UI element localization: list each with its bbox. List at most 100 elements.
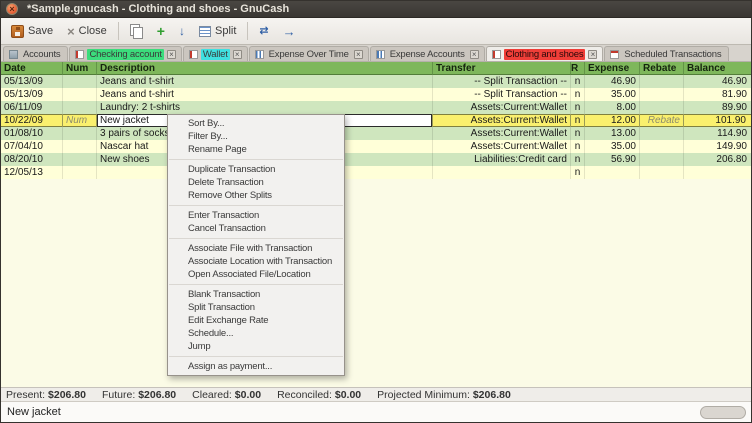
cell-date[interactable]: 01/08/10 — [1, 127, 63, 140]
cell-num[interactable] — [63, 88, 97, 101]
cell-transfer[interactable]: Assets:Current:Wallet — [433, 101, 571, 114]
cell-reconcile[interactable]: n — [571, 140, 585, 153]
cell-rebate[interactable] — [640, 140, 684, 153]
cell-num[interactable] — [63, 75, 97, 88]
cell-rebate[interactable] — [640, 88, 684, 101]
menu-item-open-associated[interactable]: Open Associated File/Location — [168, 268, 344, 281]
cell-rebate[interactable] — [640, 127, 684, 140]
menu-item-filter-by[interactable]: Filter By... — [168, 130, 344, 143]
jump-button[interactable]: → — [277, 22, 302, 41]
cell-reconcile[interactable]: n — [571, 127, 585, 140]
cell-reconcile[interactable]: n — [571, 75, 585, 88]
table-row[interactable]: 01/08/10 3 pairs of socks Assets:Current… — [1, 127, 752, 140]
tab-close-icon[interactable]: × — [167, 50, 176, 59]
cell-rebate[interactable] — [640, 153, 684, 166]
cell-reconcile[interactable]: n — [571, 88, 585, 101]
save-button[interactable]: Save — [5, 22, 59, 41]
cell-transfer[interactable]: Assets:Current:Wallet — [433, 140, 571, 153]
cell-expense[interactable]: 13.00 — [585, 127, 640, 140]
menu-item-remove-other-splits[interactable]: Remove Other Splits — [168, 189, 344, 202]
tab-expense-accounts[interactable]: Expense Accounts × — [370, 46, 485, 61]
cell-transfer[interactable]: Liabilities:Credit card — [433, 153, 571, 166]
transfer-button[interactable]: ⇄ — [253, 22, 274, 41]
cell-transfer[interactable]: -- Split Transaction -- — [433, 88, 571, 101]
cell-transfer[interactable]: -- Split Transaction -- — [433, 75, 571, 88]
split-button[interactable]: Split — [193, 22, 242, 40]
cell-reconcile[interactable]: n — [571, 101, 585, 114]
cell-reconcile[interactable]: n — [571, 166, 585, 179]
tab-close-icon[interactable]: × — [588, 50, 597, 59]
cell-description[interactable]: Laundry: 2 t-shirts — [97, 101, 433, 114]
menu-item-blank-transaction[interactable]: Blank Transaction — [168, 288, 344, 301]
cell-date[interactable]: 05/13/09 — [1, 75, 63, 88]
menu-item-assign-as-payment[interactable]: Assign as payment... — [168, 360, 344, 373]
cell-expense[interactable]: 35.00 — [585, 140, 640, 153]
cell-num[interactable] — [63, 127, 97, 140]
table-row[interactable]: 05/13/09 Jeans and t-shirt -- Split Tran… — [1, 88, 752, 101]
tab-close-icon[interactable]: × — [233, 50, 242, 59]
cell-expense[interactable]: 8.00 — [585, 101, 640, 114]
table-row[interactable]: 08/20/10 New shoes Liabilities:Credit ca… — [1, 153, 752, 166]
menu-item-rename-page[interactable]: Rename Page — [168, 143, 344, 156]
table-row[interactable]: 05/13/09 Jeans and t-shirt -- Split Tran… — [1, 75, 752, 88]
cell-num[interactable] — [63, 153, 97, 166]
menu-item-associate-file[interactable]: Associate File with Transaction — [168, 242, 344, 255]
menu-item-cancel-transaction[interactable]: Cancel Transaction — [168, 222, 344, 235]
cell-reconcile[interactable]: n — [571, 153, 585, 166]
menu-item-split-transaction[interactable]: Split Transaction — [168, 301, 344, 314]
menu-item-jump[interactable]: Jump — [168, 340, 344, 353]
cell-num[interactable]: Num — [63, 114, 97, 127]
cell-date[interactable]: 08/20/10 — [1, 153, 63, 166]
table-row[interactable]: 06/11/09 Laundry: 2 t-shirts Assets:Curr… — [1, 101, 752, 114]
cell-expense[interactable]: 12.00 — [585, 114, 640, 127]
menu-item-duplicate-transaction[interactable]: Duplicate Transaction — [168, 163, 344, 176]
tab-accounts[interactable]: Accounts — [3, 46, 68, 61]
cell-rebate[interactable] — [640, 101, 684, 114]
tab-label: Checking account — [87, 49, 163, 60]
cell-rebate[interactable] — [640, 166, 684, 179]
menu-item-sort-by[interactable]: Sort By... — [168, 117, 344, 130]
tab-wallet[interactable]: Wallet × — [183, 46, 248, 61]
menu-item-associate-location[interactable]: Associate Location with Transaction — [168, 255, 344, 268]
cell-transfer[interactable]: Assets:Current:Wallet — [433, 114, 571, 127]
blank-transaction-button[interactable]: + — [151, 22, 171, 41]
cell-rebate[interactable]: Rebate — [640, 114, 684, 127]
menu-item-enter-transaction[interactable]: Enter Transaction — [168, 209, 344, 222]
cell-expense[interactable]: 46.90 — [585, 75, 640, 88]
cell-transfer[interactable]: Assets:Current:Wallet — [433, 127, 571, 140]
cell-rebate[interactable] — [640, 75, 684, 88]
cell-description[interactable]: Jeans and t-shirt — [97, 88, 433, 101]
enter-transaction-button[interactable]: ↓ — [173, 22, 191, 41]
menu-item-schedule[interactable]: Schedule... — [168, 327, 344, 340]
cell-expense[interactable]: 35.00 — [585, 88, 640, 101]
tab-clothing-and-shoes[interactable]: Clothing and shoes × — [486, 46, 604, 61]
window-close-button[interactable]: × — [6, 3, 18, 15]
cell-num[interactable] — [63, 140, 97, 153]
table-row-selected[interactable]: 10/22/09 Num New jacket Assets:Current:W… — [1, 114, 752, 127]
table-row[interactable]: 07/04/10 Nascar hat Assets:Current:Walle… — [1, 140, 752, 153]
cell-reconcile[interactable]: n — [571, 114, 585, 127]
cell-date[interactable]: 12/05/13 — [1, 166, 63, 179]
cell-date[interactable]: 07/04/10 — [1, 140, 63, 153]
menu-item-delete-transaction[interactable]: Delete Transaction — [168, 176, 344, 189]
cell-date[interactable]: 05/13/09 — [1, 88, 63, 101]
cell-num[interactable] — [63, 101, 97, 114]
tab-scheduled-transactions[interactable]: Scheduled Transactions — [604, 46, 729, 61]
menu-item-edit-exchange-rate[interactable]: Edit Exchange Rate — [168, 314, 344, 327]
cell-expense[interactable] — [585, 166, 640, 179]
tab-checking-account[interactable]: Checking account × — [69, 46, 181, 61]
tab-expense-over-time[interactable]: Expense Over Time × — [249, 46, 369, 61]
close-button[interactable]: × Close — [61, 22, 113, 41]
table-row[interactable]: 12/05/13 n — [1, 166, 752, 179]
cell-description[interactable]: Jeans and t-shirt — [97, 75, 433, 88]
column-header-balance: Balance — [684, 62, 752, 75]
cell-expense[interactable]: 56.90 — [585, 153, 640, 166]
tab-close-icon[interactable]: × — [470, 50, 479, 59]
tab-close-icon[interactable]: × — [354, 50, 363, 59]
cell-date[interactable]: 06/11/09 — [1, 101, 63, 114]
cell-num[interactable] — [63, 166, 97, 179]
cell-balance: 46.90 — [684, 75, 752, 88]
cell-transfer[interactable] — [433, 166, 571, 179]
duplicate-transaction-button[interactable] — [124, 21, 149, 41]
cell-date[interactable]: 10/22/09 — [1, 114, 63, 127]
